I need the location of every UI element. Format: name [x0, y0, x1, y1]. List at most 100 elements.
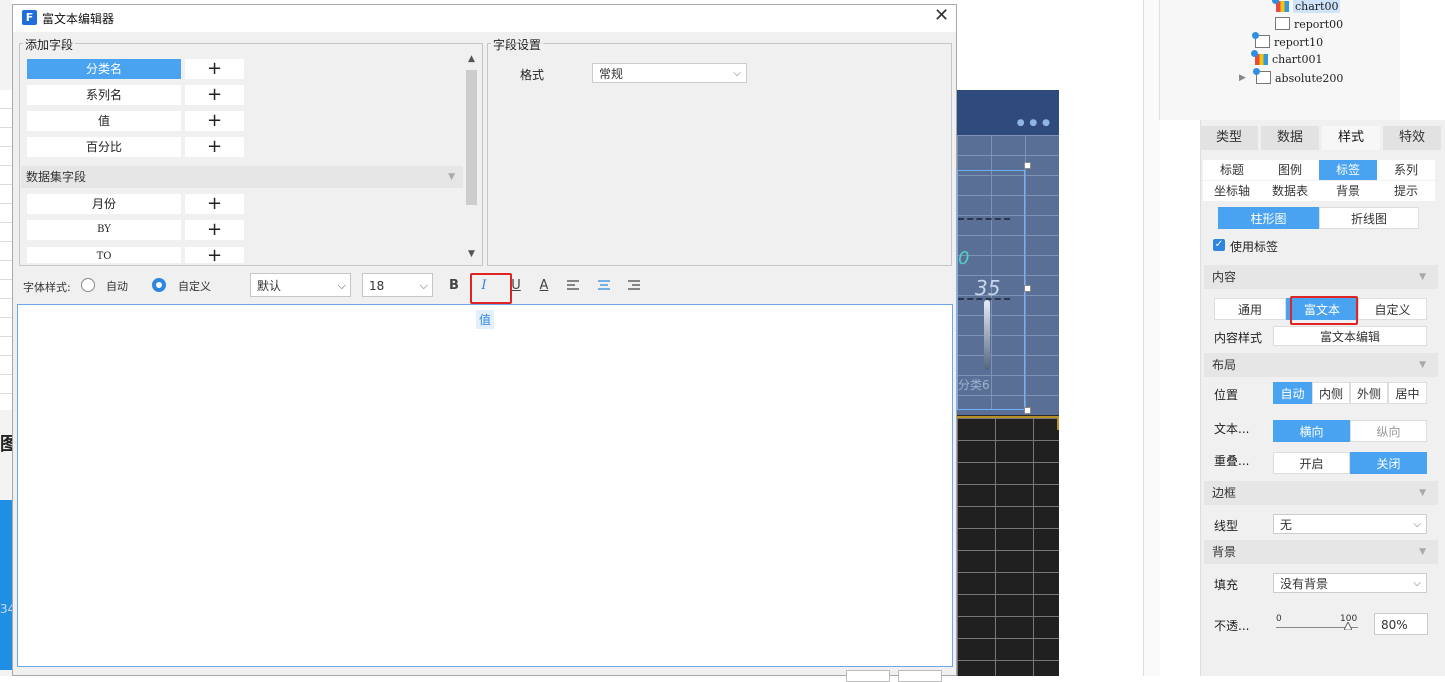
- dialog-titlebar[interactable]: [12, 4, 957, 32]
- cancel-button[interactable]: [898, 670, 942, 682]
- subtab-background[interactable]: 背景: [1319, 181, 1377, 201]
- line-type-select[interactable]: 无 ⌵: [1273, 514, 1427, 534]
- tab-type[interactable]: 类型: [1200, 126, 1258, 150]
- position-inside[interactable]: 内侧: [1312, 382, 1350, 404]
- tab-data[interactable]: 数据: [1261, 126, 1319, 150]
- scroll-down-icon[interactable]: ▼: [464, 249, 479, 259]
- subtab-tooltip[interactable]: 提示: [1377, 181, 1435, 201]
- scrollbar-thumb[interactable]: [466, 70, 477, 205]
- tab-style[interactable]: 样式: [1322, 126, 1380, 150]
- collapse-arrow-icon: ▼: [448, 172, 455, 182]
- field-value[interactable]: 值: [27, 111, 181, 131]
- chevron-down-icon: ⌵: [1413, 578, 1421, 589]
- tree-item-chart001[interactable]: chart001: [1251, 50, 1322, 66]
- chart-type-line[interactable]: 折线图: [1319, 207, 1419, 229]
- text-direction-vertical[interactable]: 纵向: [1350, 420, 1427, 442]
- scroll-up-icon[interactable]: ▲: [464, 54, 479, 64]
- richtext-edit-button[interactable]: 富文本编辑: [1273, 326, 1427, 346]
- text-direction-label: 文本...: [1214, 422, 1250, 436]
- dataset-field-month[interactable]: 月份: [27, 194, 181, 214]
- tab-effects[interactable]: 特效: [1383, 126, 1441, 150]
- font-color-button[interactable]: A: [534, 275, 554, 297]
- report-icon: [1275, 17, 1290, 30]
- fill-select[interactable]: 没有背景 ⌵: [1273, 573, 1427, 593]
- subtab-legend[interactable]: 图例: [1261, 160, 1319, 180]
- resize-handle[interactable]: [1024, 407, 1031, 414]
- report-table-preview[interactable]: [957, 418, 1059, 676]
- tree-item-report00[interactable]: report00: [1275, 17, 1343, 31]
- chart-header: ● ● ●: [957, 90, 1059, 135]
- field-settings-title: 字段设置: [491, 36, 544, 53]
- format-select[interactable]: 常规 ⌵: [592, 63, 747, 83]
- chevron-down-icon: ⌵: [337, 279, 346, 292]
- font-family-select[interactable]: 默认 ⌵: [250, 273, 351, 297]
- subtab-label[interactable]: 标签: [1319, 160, 1377, 180]
- dataset-fields-header[interactable]: 数据集字段 ▼: [21, 166, 463, 188]
- font-style-label: 字体样式:: [23, 281, 71, 294]
- position-center[interactable]: 居中: [1388, 382, 1427, 404]
- opacity-input[interactable]: 80%: [1374, 613, 1428, 635]
- opacity-slider-thumb[interactable]: [1344, 622, 1352, 630]
- align-center-icon[interactable]: [598, 280, 611, 291]
- add-field-button[interactable]: +: [185, 59, 244, 79]
- use-label-checkbox[interactable]: ✓: [1213, 239, 1225, 251]
- tree-item-absolute200[interactable]: absolute200: [1253, 68, 1343, 85]
- add-field-button[interactable]: +: [185, 247, 244, 263]
- dataset-field-by[interactable]: BY: [27, 220, 181, 240]
- ok-button[interactable]: [846, 670, 890, 682]
- bold-button[interactable]: B: [444, 275, 464, 297]
- field-percentage[interactable]: 百分比: [27, 137, 181, 157]
- resize-handle[interactable]: [1024, 285, 1031, 292]
- richtext-editor-area[interactable]: [17, 304, 953, 667]
- section-content[interactable]: 内容 ▼: [1204, 265, 1438, 289]
- tree-item-report10[interactable]: report10: [1252, 32, 1323, 49]
- subtab-axis[interactable]: 坐标轴: [1203, 181, 1261, 201]
- radio-custom[interactable]: [152, 278, 166, 292]
- field-category-name[interactable]: 分类名: [27, 59, 181, 79]
- dialog-title: 富文本编辑器: [42, 12, 115, 26]
- position-auto[interactable]: 自动: [1273, 382, 1312, 404]
- dataset-header-title: 数据集字段: [26, 170, 87, 184]
- tree-item-chart00[interactable]: chart00: [1272, 0, 1341, 13]
- value-field-token[interactable]: 值: [476, 310, 495, 329]
- subtab-datatable[interactable]: 数据表: [1261, 181, 1319, 201]
- chart-icon: [1272, 0, 1289, 12]
- align-right-icon[interactable]: [628, 280, 641, 291]
- overlap-off[interactable]: 关闭: [1350, 452, 1427, 474]
- section-title: 背景: [1212, 545, 1237, 559]
- chart-type-bar[interactable]: 柱形图: [1218, 207, 1319, 229]
- text-direction-horizontal[interactable]: 横向: [1273, 420, 1350, 442]
- position-label: 位置: [1214, 388, 1239, 402]
- section-title: 内容: [1212, 270, 1237, 284]
- expand-arrow-icon[interactable]: ▶: [1239, 73, 1246, 83]
- section-border[interactable]: 边框 ▼: [1204, 481, 1438, 505]
- add-field-button[interactable]: +: [185, 137, 244, 157]
- align-left-icon[interactable]: [567, 280, 580, 291]
- chart-selection-box[interactable]: [957, 170, 1025, 410]
- add-field-button[interactable]: +: [185, 220, 244, 240]
- font-size-select[interactable]: 18 ⌵: [362, 273, 433, 297]
- subtab-title[interactable]: 标题: [1203, 160, 1261, 180]
- highlight-box: [1290, 296, 1358, 325]
- opacity-value: 80%: [1381, 618, 1408, 632]
- fields-scrollbar[interactable]: ▲ ▼: [464, 52, 479, 263]
- add-field-button[interactable]: +: [185, 111, 244, 131]
- section-layout[interactable]: 布局 ▼: [1204, 353, 1438, 377]
- radio-auto[interactable]: [81, 278, 95, 292]
- dataset-field-to[interactable]: TO: [27, 247, 181, 263]
- close-icon[interactable]: ✕: [934, 7, 949, 25]
- underline-button[interactable]: U: [506, 275, 526, 297]
- field-series-name[interactable]: 系列名: [27, 85, 181, 105]
- overlap-on[interactable]: 开启: [1273, 452, 1350, 474]
- section-background[interactable]: 背景 ▼: [1204, 540, 1438, 564]
- add-field-button[interactable]: +: [185, 194, 244, 214]
- position-outside[interactable]: 外侧: [1350, 382, 1388, 404]
- subtab-series[interactable]: 系列: [1377, 160, 1435, 180]
- table-border-decoration: [957, 416, 1059, 430]
- section-title: 边框: [1212, 486, 1237, 500]
- resize-handle[interactable]: [1024, 162, 1031, 169]
- content-mode-general[interactable]: 通用: [1214, 298, 1286, 320]
- left-panel-rows: [0, 90, 12, 410]
- content-mode-custom[interactable]: 自定义: [1358, 298, 1427, 320]
- add-field-button[interactable]: +: [185, 85, 244, 105]
